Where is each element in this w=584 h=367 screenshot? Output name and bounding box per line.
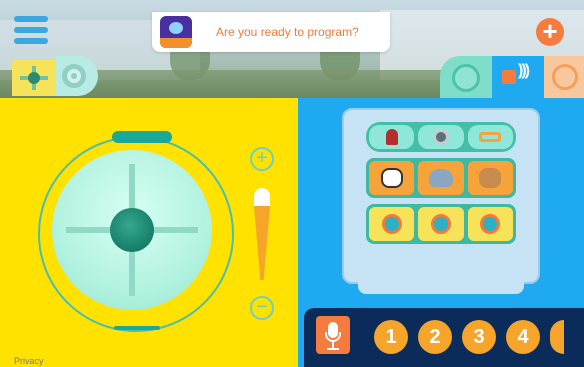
robot-base: [358, 282, 524, 294]
action-dog[interactable]: [467, 161, 513, 195]
action-row-sounds: [366, 122, 516, 152]
sound-waves-icon: ))): [518, 62, 530, 79]
action-row-animals: [366, 158, 516, 198]
speed-decrease-button[interactable]: −: [250, 296, 274, 320]
tab-circle[interactable]: [544, 56, 584, 98]
action-cd[interactable]: [418, 125, 464, 149]
slot-button-partial[interactable]: [550, 320, 564, 354]
disc-icon: [452, 64, 480, 92]
action-row-eyes: [366, 204, 516, 244]
action-horn[interactable]: [467, 125, 513, 149]
tab-disc[interactable]: [440, 56, 492, 98]
microphone-icon[interactable]: [316, 316, 350, 354]
action-eye-2[interactable]: [418, 207, 464, 241]
horn-icon: [479, 132, 502, 142]
banner-text: Are you ready to program?: [216, 25, 359, 39]
tab-drive-joystick[interactable]: [12, 60, 56, 96]
slot-button-4[interactable]: 4: [506, 320, 540, 354]
eye-icon: [430, 214, 451, 234]
action-light[interactable]: [369, 125, 415, 149]
eye-icon: [480, 214, 501, 234]
joystick-head-indicator[interactable]: [112, 131, 172, 143]
slot-button-1[interactable]: 1: [374, 320, 408, 354]
action-eye-1[interactable]: [369, 207, 415, 241]
drive-panel: + −: [0, 98, 298, 367]
action-grid: [366, 122, 516, 250]
joystick-pad[interactable]: [52, 150, 212, 310]
speed-increase-button[interactable]: +: [250, 147, 274, 171]
cow-icon: [380, 168, 403, 188]
joystick-tail-indicator: [114, 326, 160, 330]
circle-icon: [552, 64, 578, 90]
prompt-banner: Are you ready to program?: [152, 12, 390, 52]
robot-thumbnail-icon[interactable]: [160, 16, 192, 48]
action-eye-3[interactable]: [467, 207, 513, 241]
bottom-toolbar: 1 2 3 4: [304, 308, 584, 367]
joystick-knob[interactable]: [110, 208, 154, 252]
cd-icon: [432, 129, 449, 145]
speed-slider[interactable]: [254, 188, 270, 280]
tab-sensor-ring[interactable]: [56, 56, 98, 96]
tab-speaker[interactable]: ))): [492, 56, 544, 98]
eye-icon: [381, 214, 402, 234]
light-icon: [385, 129, 398, 145]
action-elephant[interactable]: [418, 161, 464, 195]
slot-button-3[interactable]: 3: [462, 320, 496, 354]
plus-icon[interactable]: +: [536, 18, 564, 46]
hamburger-menu-icon[interactable]: [14, 16, 48, 46]
speaker-icon: [502, 70, 516, 84]
privacy-link[interactable]: Privacy: [14, 356, 44, 366]
slot-button-2[interactable]: 2: [418, 320, 452, 354]
elephant-icon: [428, 169, 453, 187]
sensor-ring-icon: [62, 64, 86, 88]
dog-icon: [479, 168, 502, 188]
action-cow[interactable]: [369, 161, 415, 195]
